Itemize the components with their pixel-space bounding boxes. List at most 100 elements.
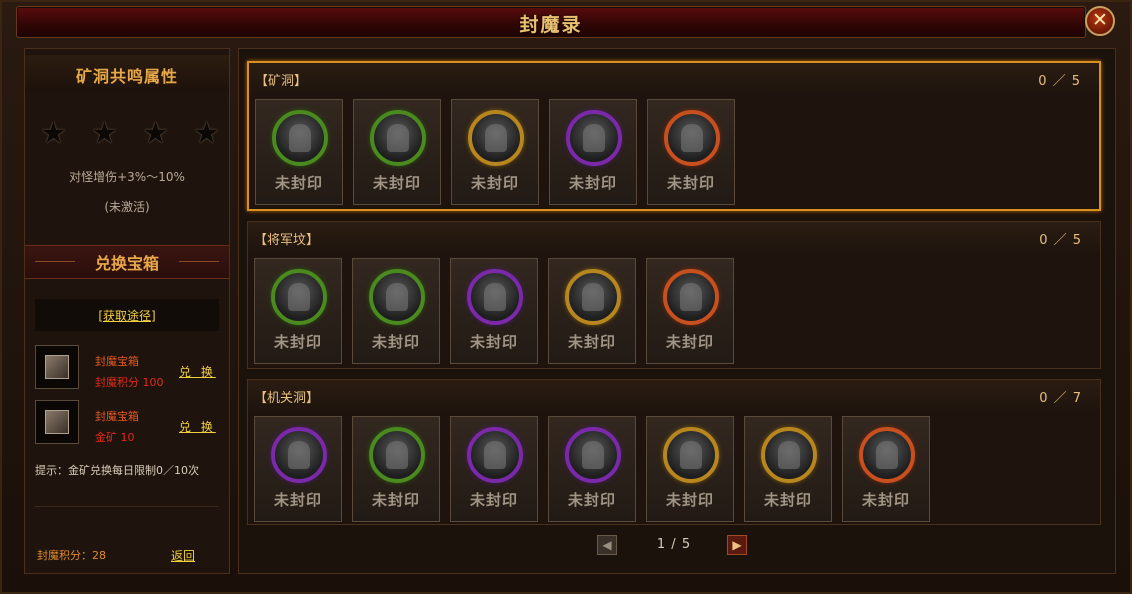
chest-icon [45,355,69,379]
prev-page-button[interactable]: ◀ [597,535,617,555]
monster-portrait-icon [272,110,328,166]
monster-portrait-icon [859,427,915,483]
close-button[interactable]: ✕ [1085,6,1115,36]
seal-status-label: 未封印 [371,333,420,351]
next-page-button[interactable]: ▶ [727,535,747,555]
bonus-text: 对怪增伤+3%～10% [69,170,185,184]
monster-slot[interactable]: 未封印 [548,258,636,364]
window-frame: 封魔录 ✕ 矿洞共鸣属性 ★ ★ ★ ★ 对怪增伤+3%～10% (未激活) 兑… [0,0,1132,594]
chest-icon [45,410,69,434]
monster-slots: 未封印 未封印 未封印 未封印 未封印 [255,99,735,205]
monster-slot[interactable]: 未封印 [451,99,539,205]
monster-slot[interactable]: 未封印 [254,416,342,522]
title-bar: 封魔录 [16,6,1086,38]
star-icon: ★ [91,116,118,151]
section-mechanism-cave: 【机关洞】 0 ／ 7 未封印 未封印 未封印 未封印 未封印 未封印 未封印 [247,379,1101,525]
monster-portrait-icon [663,427,719,483]
monster-slots: 未封印 未封印 未封印 未封印 未封印 未封印 未封印 [254,416,930,522]
monster-portrait-icon [467,427,523,483]
monster-slot[interactable]: 未封印 [254,258,342,364]
chest-name: 封魔宝箱 [95,355,139,368]
seal-status-label: 未封印 [665,333,714,351]
right-panel: 【矿洞】 0 ／ 5 未封印 未封印 未封印 未封印 未封印 【将军坟】 0 ／ 5 未… [238,48,1116,574]
hint-text: 提示：金矿兑换每日限制0／10次 [35,464,199,477]
seal-status-label: 未封印 [372,174,421,192]
star-icon: ★ [40,116,67,151]
seal-status-label: 未封印 [567,491,616,509]
monster-portrait-icon [566,110,622,166]
monster-portrait-icon [271,269,327,325]
monster-slot[interactable]: 未封印 [842,416,930,522]
section-count: 0 ／ 7 [1039,391,1082,406]
seal-status-label: 未封印 [665,491,714,509]
seal-status-label: 未封印 [568,174,617,192]
back-link[interactable]: 返回 [171,547,195,564]
exchange-button[interactable]: 兑 换 [179,418,216,435]
exchange-title: 兑换宝箱 [94,254,159,273]
monster-portrait-icon [565,269,621,325]
monster-slot[interactable]: 未封印 [646,258,734,364]
monster-portrait-icon [370,110,426,166]
section-general-tomb: 【将军坟】 0 ／ 5 未封印 未封印 未封印 未封印 未封印 [247,221,1101,369]
pagination: ◀ 1 / 5 ▶ [597,535,777,557]
monster-slot[interactable]: 未封印 [255,99,343,205]
chest-name: 封魔宝箱 [95,410,139,423]
monster-slot[interactable]: 未封印 [646,416,734,522]
resonance-title: 矿洞共鸣属性 [75,67,178,86]
seal-status-label: 未封印 [470,174,519,192]
window-title: 封魔录 [519,14,583,36]
monster-portrait-icon [468,110,524,166]
chest-cost: 金矿 10 [95,431,135,444]
monster-portrait-icon [467,269,523,325]
section-mine: 【矿洞】 0 ／ 5 未封印 未封印 未封印 未封印 未封印 [247,61,1101,211]
section-header: 【矿洞】 0 ／ 5 [249,63,1099,93]
exchange-button[interactable]: 兑 换 [179,363,216,380]
seal-status-label: 未封印 [273,333,322,351]
seal-status-label: 未封印 [763,491,812,509]
seal-status-label: 未封印 [371,491,420,509]
section-count: 0 ／ 5 [1038,74,1081,89]
section-header: 【机关洞】 0 ／ 7 [248,380,1100,410]
monster-slot[interactable]: 未封印 [450,416,538,522]
monster-slot[interactable]: 未封印 [353,99,441,205]
section-name: 【机关洞】 [254,391,320,406]
left-panel: 矿洞共鸣属性 ★ ★ ★ ★ 对怪增伤+3%～10% (未激活) 兑换宝箱 [获… [24,48,230,574]
seal-status-label: 未封印 [273,491,322,509]
seal-status-label: 未封印 [469,491,518,509]
monster-slots: 未封印 未封印 未封印 未封印 未封印 [254,258,734,364]
score-text: 封魔积分：28 [37,549,106,562]
star-icon: ★ [193,116,220,151]
seal-status-label: 未封印 [274,174,323,192]
get-way-link[interactable]: [获取途径] [35,307,219,324]
monster-portrait-icon [369,269,425,325]
monster-portrait-icon [761,427,817,483]
seal-status-label: 未封印 [567,333,616,351]
monster-slot[interactable]: 未封印 [352,258,440,364]
star-rating: ★ ★ ★ ★ [40,119,220,149]
page-number: 1 / 5 [656,537,692,552]
monster-portrait-icon [565,427,621,483]
monster-slot[interactable]: 未封印 [548,416,636,522]
monster-slot[interactable]: 未封印 [450,258,538,364]
monster-portrait-icon [664,110,720,166]
monster-slot[interactable]: 未封印 [647,99,735,205]
seal-status-label: 未封印 [469,333,518,351]
monster-portrait-icon [271,427,327,483]
chest-cost: 封魔积分 100 [95,376,164,389]
section-count: 0 ／ 5 [1039,233,1082,248]
monster-portrait-icon [369,427,425,483]
section-name: 【将军坟】 [254,233,320,248]
chest-slot [35,345,79,389]
monster-slot[interactable]: 未封印 [352,416,440,522]
section-name: 【矿洞】 [255,74,308,89]
status-text: (未激活) [104,200,150,214]
chest-slot [35,400,79,444]
star-icon: ★ [142,116,169,151]
monster-portrait-icon [663,269,719,325]
section-header: 【将军坟】 0 ／ 5 [248,222,1100,252]
monster-slot[interactable]: 未封印 [549,99,637,205]
seal-status-label: 未封印 [861,491,910,509]
seal-status-label: 未封印 [666,174,715,192]
divider [35,506,219,507]
monster-slot[interactable]: 未封印 [744,416,832,522]
